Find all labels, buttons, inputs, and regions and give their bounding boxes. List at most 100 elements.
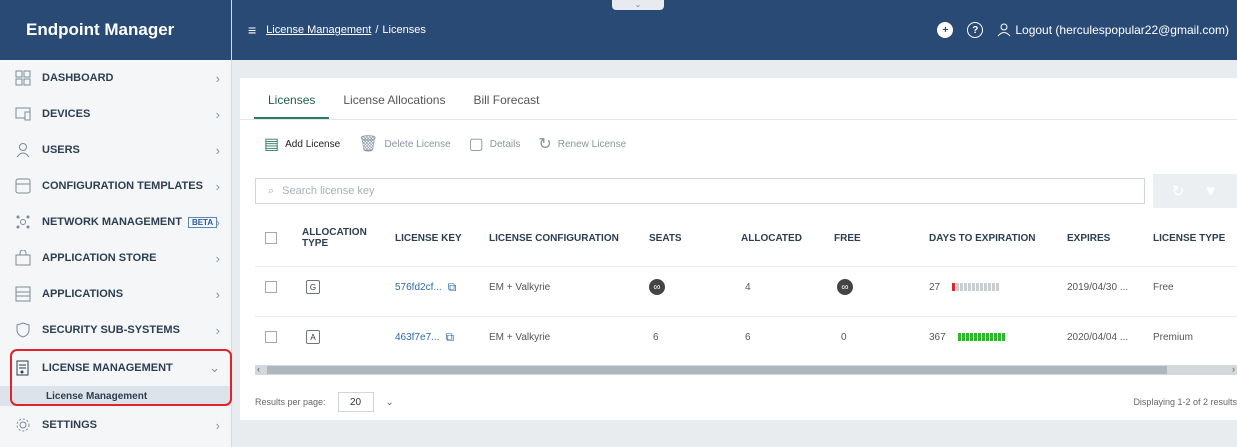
tab-licenses[interactable]: Licenses (254, 93, 330, 119)
sidebar-item-security-sub-systems[interactable]: SECURITY SUB-SYSTEMS › (0, 312, 232, 348)
sidebar: Endpoint Manager DASHBOARD › DEVICES › U… (0, 0, 232, 447)
header-allocation-type-line2: TYPE (302, 238, 329, 249)
search-input[interactable]: ⌕ Search license key (255, 178, 1145, 204)
header-free[interactable]: FREE (834, 218, 861, 258)
scrollbar-thumb[interactable] (267, 366, 1167, 374)
trash-icon: 🗑 (358, 136, 379, 153)
table-row[interactable]: G 576fd2cf... ⧉ EM + Valkyrie ∞ 4 ∞ 27 2… (255, 266, 1237, 306)
header-days-to-expiration[interactable]: DAYS TO EXPIRATION (929, 218, 1036, 258)
scroll-right-icon[interactable]: › (1232, 364, 1235, 374)
breadcrumb-separator: / (375, 24, 379, 36)
chevron-right-icon: › (215, 178, 220, 194)
header-license-type[interactable]: LICENSE TYPE (1153, 218, 1225, 258)
breadcrumb-link[interactable]: License Management (266, 24, 371, 36)
horizontal-scrollbar[interactable]: ‹ › (255, 364, 1237, 375)
collapse-header-tab[interactable]: ⌄ (612, 0, 664, 10)
header-seats[interactable]: SEATS (649, 218, 682, 258)
search-icon: ⌕ (268, 184, 275, 197)
license-config-cell: EM + Valkyrie (489, 281, 551, 293)
header-expires[interactable]: EXPIRES (1067, 218, 1110, 258)
sidebar-item-configuration-templates[interactable]: CONFIGURATION TEMPLATES › (0, 168, 232, 204)
app-store-icon (14, 249, 32, 267)
scroll-left-icon[interactable]: ‹ (257, 364, 260, 374)
row-checkbox[interactable] (265, 317, 277, 357)
renew-license-button[interactable]: ↻ Renew License (538, 134, 626, 154)
results-per-page-select[interactable]: 20 (337, 392, 374, 412)
chevron-right-icon: › (215, 214, 220, 230)
license-key-link[interactable]: 463f7e7... (395, 332, 439, 343)
breadcrumb-current: Licenses (382, 24, 426, 36)
license-key-link[interactable]: 576fd2cf... (395, 282, 442, 293)
help-icon[interactable]: ? (967, 22, 984, 38)
add-license-button[interactable]: ▤ Add License (264, 134, 340, 154)
sidebar-item-license-management[interactable]: LICENSE MANAGEMENT ⌄ (0, 350, 232, 386)
sidebar-item-network-management[interactable]: NETWORK MANAGEMENT BETA › (0, 204, 232, 240)
details-label: Details (489, 138, 521, 150)
license-type-cell: Free (1153, 281, 1174, 293)
seats-cell: 6 (653, 331, 659, 343)
sidebar-item-label: DASHBOARD (42, 72, 114, 84)
expires-cell: 2019/04/30 ... (1067, 281, 1129, 293)
sidebar-item-label: SECURITY SUB-SYSTEMS (42, 324, 180, 336)
days-to-expiration-cell: 367 (929, 317, 1005, 357)
config-templates-icon (14, 177, 32, 195)
details-icon: ▢ (468, 136, 484, 153)
sidebar-item-application-store[interactable]: APPLICATION STORE › (0, 240, 232, 276)
chevron-right-icon: › (215, 286, 220, 302)
sidebar-item-dashboard[interactable]: DASHBOARD › (0, 60, 232, 96)
infinity-icon: ∞ (837, 279, 853, 295)
table-row[interactable]: A 463f7e7... ⧉ EM + Valkyrie 6 6 0 367 2… (255, 316, 1237, 356)
free-cell: ∞ (837, 267, 853, 307)
copy-icon[interactable]: ⧉ (448, 280, 457, 295)
seats-cell: ∞ (649, 267, 665, 307)
tab-bill-forecast[interactable]: Bill Forecast (459, 93, 553, 119)
chevron-right-icon: › (215, 250, 220, 266)
expiration-progress-bar (957, 333, 1005, 341)
days-value: 367 (929, 331, 946, 343)
chevron-down-icon[interactable]: ⌄ (378, 392, 402, 412)
sidebar-item-applications[interactable]: APPLICATIONS › (0, 276, 232, 312)
header-allocation-type[interactable]: ALLOCATION TYPE (302, 218, 367, 258)
allocated-cell: 4 (745, 281, 751, 293)
beta-badge: BETA (187, 216, 218, 228)
logout-button[interactable]: Logout (herculespopular22@gmail.com) (997, 23, 1229, 37)
chevron-right-icon: › (215, 417, 220, 433)
license-key-cell: 463f7e7... ⧉ (395, 317, 454, 357)
allocation-type-badge: A (306, 330, 320, 344)
chevron-right-icon: › (215, 322, 220, 338)
add-license-icon: ▤ (264, 136, 280, 153)
refresh-icon[interactable]: ↻ (1172, 182, 1185, 200)
logout-label: Logout (herculespopular22@gmail.com) (1015, 23, 1229, 37)
header-allocation-type-line1: ALLOCATION (302, 227, 367, 238)
table-header: ALLOCATION TYPE LICENSE KEY LICENSE CONF… (255, 218, 1237, 258)
sidebar-subitem-license-management[interactable]: License Management (0, 386, 232, 406)
sidebar-item-label: NETWORK MANAGEMENT (42, 216, 182, 228)
allocation-type-cell: A (306, 317, 320, 357)
copy-icon[interactable]: ⧉ (445, 330, 454, 345)
details-button[interactable]: ▢ Details (469, 134, 521, 154)
sidebar-item-users[interactable]: USERS › (0, 132, 232, 168)
filter-icon[interactable]: ▼ (1203, 183, 1218, 200)
user-icon (997, 23, 1011, 37)
tab-bar: Licenses License Allocations Bill Foreca… (240, 78, 1237, 120)
header-allocated[interactable]: ALLOCATED (741, 218, 802, 258)
add-device-icon[interactable]: + (937, 22, 954, 38)
select-all-checkbox[interactable] (265, 218, 277, 258)
header-license-configuration[interactable]: LICENSE CONFIGURATION (489, 218, 619, 258)
delete-license-button[interactable]: 🗑 Delete License (358, 134, 450, 154)
hamburger-menu-icon[interactable]: ≡ (248, 22, 256, 38)
days-value: 27 (929, 281, 941, 293)
expires-cell: 2020/04/04 ... (1067, 331, 1129, 343)
row-checkbox[interactable] (265, 267, 277, 307)
license-config-cell: EM + Valkyrie (489, 331, 551, 343)
allocation-type-cell: G (306, 267, 320, 307)
sidebar-item-label: LICENSE MANAGEMENT (42, 362, 173, 374)
brand-title: Endpoint Manager (0, 0, 231, 60)
sidebar-item-settings[interactable]: SETTINGS › (0, 407, 232, 443)
allocated-cell: 6 (745, 331, 751, 343)
header-license-key[interactable]: LICENSE KEY (395, 218, 462, 258)
tab-license-allocations[interactable]: License Allocations (329, 93, 459, 119)
applications-icon (14, 285, 32, 303)
results-per-page-label: Results per page: (255, 397, 326, 407)
sidebar-item-devices[interactable]: DEVICES › (0, 96, 232, 132)
